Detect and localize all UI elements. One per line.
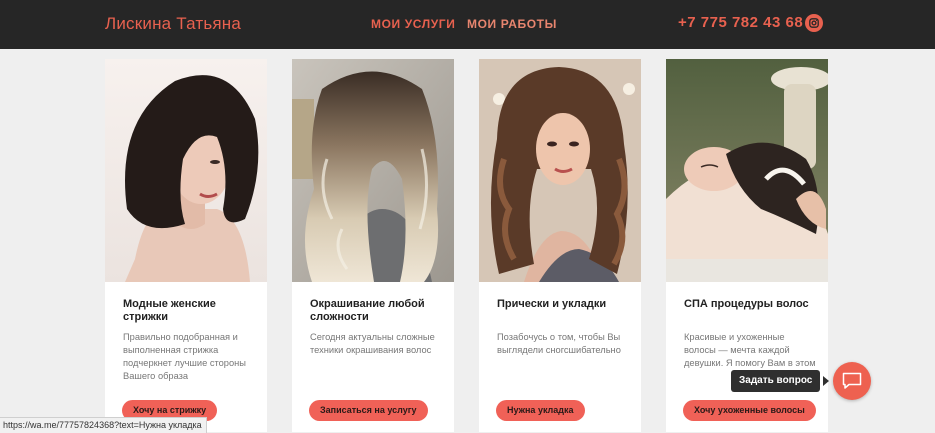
book-service-button[interactable]: Записаться на услугу: [309, 400, 428, 421]
styling-photo: [479, 59, 641, 282]
phone-number[interactable]: +7 775 782 43 68: [678, 14, 803, 31]
site-header: Лискина Татьяна МОИ УСЛУГИ МОИ РАБОТЫ +7…: [0, 0, 935, 49]
brand-name[interactable]: Лискина Татьяна: [105, 14, 241, 34]
haircut-photo: [105, 59, 267, 282]
spa-button[interactable]: Хочу ухоженные волосы: [683, 400, 816, 421]
instagram-icon[interactable]: [805, 14, 823, 32]
browser-status-url: https://wa.me/77757824368?text=Нужна укл…: [0, 417, 207, 433]
card-title: Модные женские стрижки: [123, 298, 216, 323]
card-description: Сегодня актуальны сложные техники окраши…: [310, 332, 435, 355]
card-title: Прически и укладки: [497, 298, 607, 310]
service-card-coloring: Окрашивание любой сложности Сегодня акту…: [292, 59, 454, 432]
card-description: Позабочусь о том, чтобы Вы выглядели сно…: [497, 332, 621, 355]
chat-bubble-icon: [842, 372, 862, 389]
styling-button[interactable]: Нужна укладка: [496, 400, 585, 421]
card-title: Окрашивание любой сложности: [310, 298, 425, 323]
card-description: Красивые и ухоженные волосы — мечта кажд…: [684, 332, 816, 368]
nav-my-works[interactable]: МОИ РАБОТЫ: [467, 17, 557, 31]
spa-photo: [666, 59, 828, 282]
coloring-photo: [292, 59, 454, 282]
chat-button[interactable]: [833, 362, 871, 400]
tooltip-arrow: [823, 376, 829, 386]
service-card-styling: Прически и укладки Позабочусь о том, что…: [479, 59, 641, 432]
nav-my-services[interactable]: МОИ УСЛУГИ: [371, 17, 455, 31]
card-title: СПА процедуры волос: [684, 298, 809, 310]
card-description: Правильно подобранная и выполненная стри…: [123, 332, 246, 381]
service-card-haircut: Модные женские стрижки Правильно подобра…: [105, 59, 267, 432]
ask-question-tooltip: Задать вопрос: [731, 370, 821, 392]
